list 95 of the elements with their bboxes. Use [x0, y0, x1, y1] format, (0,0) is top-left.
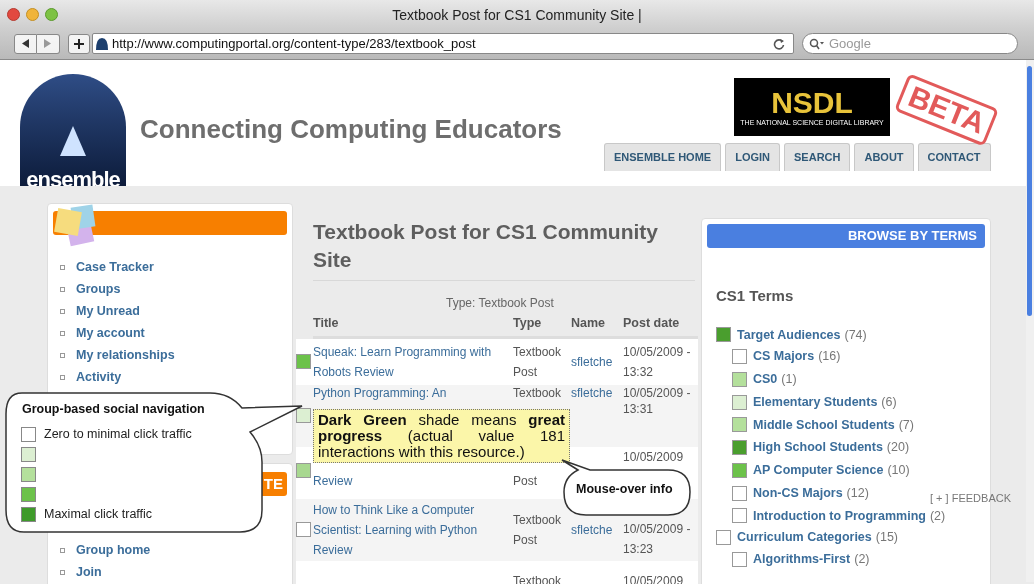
- nav-tab[interactable]: ENSEMBLE HOME: [604, 143, 722, 171]
- term-link[interactable]: Curriculum Categories: [737, 528, 872, 547]
- nav-tab[interactable]: SEARCH: [784, 143, 851, 171]
- term-link[interactable]: Middle School Students: [753, 415, 895, 435]
- table-cell-text: Textbook Post: [513, 343, 563, 381]
- legend-title: Group-based social navigation: [22, 401, 205, 418]
- table-cell-text: 10/05/2009 - 13:23: [623, 520, 691, 558]
- scrollbar[interactable]: [1026, 60, 1034, 582]
- term-count: (2): [929, 507, 946, 525]
- term-count: (1): [781, 371, 797, 388]
- term-count: (74): [844, 326, 867, 344]
- bullet-icon: [60, 308, 65, 314]
- term-count: (16): [818, 348, 841, 366]
- site-heading: Connecting Computing Educators: [140, 113, 563, 146]
- light-icon: [60, 126, 86, 156]
- term-link[interactable]: Elementary Students: [753, 392, 878, 412]
- zoom-button[interactable]: [45, 7, 58, 21]
- table-cell: Textbook: [513, 384, 562, 401]
- term-link[interactable]: High School Students: [753, 438, 883, 457]
- term-link[interactable]: Target Audiences: [737, 325, 841, 345]
- column-header: Title: [313, 315, 340, 332]
- forward-icon: [44, 39, 52, 48]
- term-count: (10): [887, 462, 910, 479]
- column-header: Name: [571, 315, 607, 332]
- term-count: (7): [898, 416, 914, 434]
- section-heading: TE: [263, 473, 283, 494]
- term-count: (15): [875, 529, 898, 547]
- sidebar-link[interactable]: Join: [76, 564, 102, 580]
- user-link[interactable]: sfletche: [571, 384, 613, 401]
- terms-heading: CS1 Terms: [716, 286, 795, 306]
- sidebar-link[interactable]: Case Tracker: [76, 259, 154, 275]
- search-field[interactable]: Google: [802, 33, 1018, 54]
- minimize-button[interactable]: [26, 7, 39, 21]
- title-link[interactable]: Review: [313, 470, 353, 491]
- title-link[interactable]: How to Think Like a Computer Scientist: Learning with Python Review: [313, 499, 509, 560]
- term-count: (2): [854, 551, 870, 568]
- sidebar-link[interactable]: Activity: [76, 369, 122, 385]
- title-link[interactable]: Python Programming: An: [313, 384, 447, 401]
- column-header: Post date: [623, 315, 681, 332]
- table-cell-text: 10/05/2009: [623, 448, 684, 466]
- column-header: Type: [513, 315, 543, 332]
- nav-tab[interactable]: LOGIN: [725, 143, 781, 171]
- plus-icon: [74, 38, 84, 49]
- back-icon: [21, 39, 30, 48]
- term-link[interactable]: Algorithms-First: [753, 550, 851, 569]
- bullet-icon: [60, 569, 65, 575]
- address-field[interactable]: http://www.computingportal.org/content-type/283/textbook_post: [92, 33, 794, 54]
- window-title: Textbook Post for CS1 Community Site |: [392, 6, 642, 25]
- table-cell-text: 10/05/2009 - 13:32: [623, 343, 691, 381]
- term-link[interactable]: AP Computer Science: [753, 461, 884, 480]
- term-link[interactable]: CS Majors: [753, 347, 815, 366]
- term-count: (12): [846, 484, 869, 502]
- table-caption: Type: Textbook Post: [446, 295, 555, 312]
- bullet-icon: [60, 264, 65, 270]
- reload-icon[interactable]: [773, 37, 785, 50]
- user-link[interactable]: sfletche: [571, 351, 613, 372]
- tooltip: Dark Green shade means great progress (actual value 181 interactions with this resource.): [313, 409, 570, 463]
- sidebar-link[interactable]: My relationships: [76, 347, 175, 363]
- table-cell-text: Textbook: [513, 572, 562, 584]
- back-button[interactable]: [14, 33, 37, 54]
- sidebar-link[interactable]: My account: [76, 325, 145, 341]
- nav-tab[interactable]: ABOUT: [854, 143, 914, 171]
- title-link[interactable]: Squeak: Learn Programming with Robots Review: [313, 341, 509, 382]
- site-icon: [95, 37, 109, 50]
- sidebar-heading: BROWSE BY TERMS: [847, 227, 977, 246]
- table-cell: 10/05/2009 - 13:31: [623, 384, 691, 417]
- add-bookmark-button[interactable]: [68, 33, 90, 54]
- legend-label: Zero to minimal click traffic: [44, 425, 192, 443]
- user-link[interactable]: sfletche: [571, 519, 613, 540]
- term-count: (6): [881, 393, 897, 411]
- table-cell-text: Post: [513, 472, 537, 490]
- sidebar-link[interactable]: Group home: [76, 542, 151, 558]
- close-button[interactable]: [7, 7, 20, 21]
- term-link[interactable]: Non-CS Majors: [753, 483, 843, 503]
- bullet-icon: [60, 286, 65, 292]
- bullet-icon: [60, 547, 65, 553]
- table-cell-text: Textbook Post: [513, 511, 563, 549]
- search-input[interactable]: Google: [829, 33, 1009, 54]
- feedback-link[interactable]: [ + ] FEEDBACK: [930, 490, 1011, 507]
- sidebar-link[interactable]: My Unread: [76, 303, 140, 319]
- nav-tab[interactable]: CONTACT: [917, 143, 991, 171]
- bullet-icon: [60, 330, 65, 336]
- sticky-notes-icon: [54, 204, 98, 248]
- bullet-icon: [60, 374, 65, 380]
- sidebar-link[interactable]: Groups: [76, 281, 121, 297]
- term-link[interactable]: CS0: [753, 370, 778, 389]
- table-cell-text: 10/05/2009: [623, 572, 684, 584]
- page-title: Textbook Post for CS1 Community Site: [313, 218, 695, 281]
- term-count: (20): [886, 439, 910, 457]
- legend-label: Maximal click traffic: [44, 505, 153, 523]
- term-link[interactable]: Introduction to Programming: [753, 506, 926, 526]
- scrollbar-thumb[interactable]: [1027, 66, 1032, 316]
- search-icon: [809, 37, 825, 50]
- bullet-icon: [60, 352, 65, 358]
- callout-text: Mouse-over info: [576, 481, 673, 498]
